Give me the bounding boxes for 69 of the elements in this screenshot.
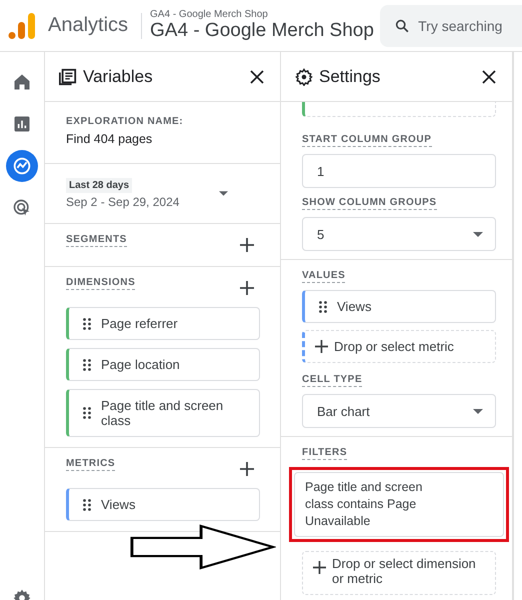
chip-label: Views <box>337 299 372 314</box>
home-icon <box>12 72 32 92</box>
drop-zone[interactable]: Drop or select metric <box>302 330 496 363</box>
field-value: 1 <box>317 164 324 178</box>
plus-icon <box>240 462 254 476</box>
plus-icon <box>313 561 326 574</box>
plus-icon <box>315 340 328 353</box>
add-button[interactable] <box>238 279 256 297</box>
variable-chip[interactable]: Views <box>302 290 496 323</box>
property-name[interactable]: GA4 - Google Merch Shop <box>150 20 374 42</box>
section-label: FILTERS <box>302 447 348 460</box>
bar-chart-icon <box>12 114 32 134</box>
chip-label: Views <box>101 497 136 512</box>
drag-handle-icon <box>83 498 91 510</box>
variable-chip[interactable]: Page referrer <box>66 307 260 340</box>
section-label: VALUES <box>302 270 346 283</box>
date-preset: Last 28 days <box>66 178 132 193</box>
chip-label: Page title and screen class <box>101 398 224 428</box>
section-label: SEGMENTS <box>66 234 127 247</box>
drag-handle-icon <box>83 318 91 330</box>
close-icon <box>250 70 264 84</box>
account-name[interactable]: GA4 - Google Merch Shop <box>150 9 374 20</box>
dropdown-icon <box>219 191 228 196</box>
date-range: Sep 2 - Sep 29, 2024 <box>66 195 180 209</box>
date-range-picker[interactable]: Last 28 days Sep 2 - Sep 29, 2024 <box>45 164 280 224</box>
dropdown-icon <box>473 232 483 236</box>
close-icon <box>482 70 496 84</box>
search-input[interactable]: Try searching <box>418 18 522 34</box>
drag-handle-icon <box>83 358 91 370</box>
plus-icon <box>240 281 254 295</box>
logo-icon <box>8 10 36 40</box>
panel-title: Variables <box>83 66 154 86</box>
section-label: METRICS <box>66 458 116 471</box>
dropdown-icon <box>473 408 483 414</box>
search-bar[interactable]: Try searching <box>380 4 522 46</box>
close-button[interactable] <box>248 68 266 86</box>
variable-chip[interactable]: Page location <box>66 348 260 381</box>
field-label: CELL TYPE <box>302 374 362 387</box>
field-value: Bar chart <box>317 404 370 418</box>
close-button[interactable] <box>480 68 498 86</box>
drop-label: Drop or select metric <box>334 339 454 354</box>
section-label: DIMENSIONS <box>66 277 136 290</box>
add-button[interactable] <box>238 460 256 478</box>
drag-handle-icon <box>83 407 91 419</box>
variable-chip[interactable]: Views <box>66 488 260 521</box>
add-button[interactable] <box>238 236 256 254</box>
plus-icon <box>240 238 254 252</box>
field-value: 5 <box>317 226 324 242</box>
product-name: Analytics <box>48 14 128 37</box>
number-field[interactable]: 1 <box>302 154 496 188</box>
settings-icon <box>295 68 313 86</box>
panel-title: Settings <box>319 66 382 86</box>
field-label: EXPLORATION NAME: <box>66 116 184 128</box>
filter-chip[interactable]: Page title and screen class contains Page Unavailable <box>294 472 504 537</box>
explore-icon <box>11 155 33 177</box>
chip-label: Page referrer <box>101 316 178 331</box>
dropdown[interactable]: 5 <box>302 217 496 251</box>
field-label: SHOW COLUMN GROUPS <box>302 197 437 210</box>
field-label: START COLUMN GROUP <box>302 134 432 147</box>
target-cursor-icon <box>12 198 32 218</box>
variable-chip[interactable]: Page title and screen class <box>66 389 260 437</box>
dropdown[interactable]: Bar chart <box>302 394 496 428</box>
drop-label: Drop or select dimension or metric <box>332 556 477 586</box>
chip-label: Page location <box>101 357 180 372</box>
exploration-name[interactable]: Find 404 pages <box>66 132 260 146</box>
drop-zone[interactable]: Drop or select dimension or metric <box>302 551 496 595</box>
drag-handle-icon <box>319 300 327 312</box>
list-icon <box>59 68 77 86</box>
nav-button[interactable] <box>6 150 38 182</box>
